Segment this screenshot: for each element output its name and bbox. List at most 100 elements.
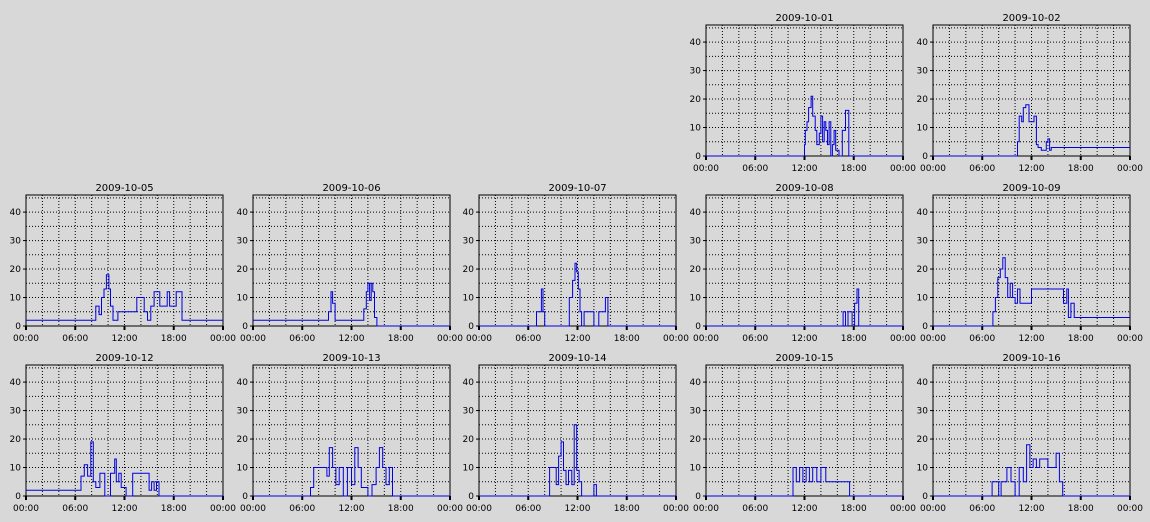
y-tick-label: 40 xyxy=(690,208,702,218)
panel-2009-10-16: 2009-10-16 0 10 20 30 40 00:00 06:00 12:00 18:00 0… xyxy=(907,348,1144,518)
x-tick-label: 12:00 xyxy=(1019,164,1045,174)
x-tick-label: 06:00 xyxy=(969,504,995,514)
line-chart: 2009-10-0601020304000:00 06:00 12:00 18:00 0… xyxy=(237,183,464,344)
y-tick-label: 30 xyxy=(917,67,929,77)
y-tick-label: 20 xyxy=(463,435,475,445)
y-tick-label: 30 xyxy=(463,237,475,247)
x-tick-label: 12:00 xyxy=(112,504,138,514)
y-tick-label: 0 xyxy=(242,492,248,502)
chart-title: 2009-10-16 xyxy=(1002,353,1060,364)
x-tick-label: 00:00 xyxy=(920,504,946,514)
panel-2009-10-01: 2009-10-01 0 10 20 30 40 00:00 06:00 12:00 18:00 0… xyxy=(680,8,917,178)
y-tick-label: 30 xyxy=(917,237,929,247)
y-tick-label: 0 xyxy=(922,322,928,332)
y-tick-label: 10 xyxy=(463,294,475,304)
y-tick-label: 10 xyxy=(237,464,249,474)
chart-title: 2009-10-07 xyxy=(548,183,606,194)
x-tick-label: 18:00 xyxy=(1068,164,1094,174)
line-chart: 2009-10-1401020304000:00 06:00 12:00 18:00 0… xyxy=(463,353,690,514)
y-tick-label: 20 xyxy=(10,435,22,445)
y-tick-label: 10 xyxy=(917,294,929,304)
x-tick-label: 12:00 xyxy=(792,334,818,344)
x-tick-label: 06:00 xyxy=(515,334,541,344)
x-tick-label: 06:00 xyxy=(742,334,768,344)
y-tick-label: 20 xyxy=(690,435,702,445)
chart-title: 2009-10-15 xyxy=(775,353,833,364)
line-chart: 2009-10-0701020304000:00 06:00 12:00 18:00 0… xyxy=(463,183,690,344)
y-tick-label: 20 xyxy=(690,265,702,275)
y-tick-label: 0 xyxy=(922,492,928,502)
y-tick-label: 0 xyxy=(242,322,248,332)
x-tick-label: 06:00 xyxy=(969,164,995,174)
y-tick-label: 20 xyxy=(463,265,475,275)
y-tick-label: 10 xyxy=(463,464,475,474)
x-tick-label: 00:00 xyxy=(240,504,266,514)
x-tick-label: 06:00 xyxy=(515,504,541,514)
x-tick-label: 12:00 xyxy=(792,164,818,174)
y-tick-label: 40 xyxy=(463,378,475,388)
y-tick-label: 30 xyxy=(690,67,702,77)
panel-2009-10-14: 2009-10-14 0 10 20 30 40 00:00 06:00 12:00 18:00 0… xyxy=(453,348,690,518)
y-tick-label: 20 xyxy=(10,265,22,275)
y-tick-label: 20 xyxy=(690,95,702,105)
chart-title: 2009-10-05 xyxy=(95,183,153,194)
x-tick-label: 06:00 xyxy=(62,504,88,514)
y-tick-label: 0 xyxy=(922,152,928,162)
panel-2009-10-08: 2009-10-08 0 10 20 30 40 00:00 06:00 12:00 18:00 0… xyxy=(680,178,917,348)
x-tick-label: 00:00 xyxy=(920,334,946,344)
y-tick-label: 10 xyxy=(690,124,702,134)
chart-title: 2009-10-09 xyxy=(1002,183,1060,194)
line-chart: 2009-10-16 0 10 20 30 40 00:00 06:00 12:00 18:00 0… xyxy=(917,353,1144,514)
y-tick-label: 0 xyxy=(468,322,474,332)
x-tick-label: 00:00 xyxy=(920,164,946,174)
y-tick-label: 10 xyxy=(10,294,22,304)
chart-title: 2009-10-12 xyxy=(95,353,153,364)
x-tick-label: 18:00 xyxy=(388,504,414,514)
chart-title: 2009-10-13 xyxy=(322,353,380,364)
y-tick-label: 10 xyxy=(237,294,249,304)
y-tick-label: 20 xyxy=(237,265,249,275)
y-tick-label: 40 xyxy=(917,38,929,48)
x-tick-label: 18:00 xyxy=(1068,504,1094,514)
x-tick-label: 18:00 xyxy=(161,504,187,514)
x-tick-label: 18:00 xyxy=(388,334,414,344)
y-tick-label: 40 xyxy=(690,38,702,48)
x-tick-label: 18:00 xyxy=(614,334,640,344)
panel-2009-10-06: 2009-10-06 0 10 20 30 40 00:00 06:00 12:00 18:00 0… xyxy=(227,178,464,348)
line-chart: 2009-10-1201020304000:00 06:00 12:00 18:00 0… xyxy=(10,353,237,514)
x-tick-label: 12:00 xyxy=(339,504,365,514)
chart-title: 2009-10-14 xyxy=(548,353,606,364)
y-tick-label: 40 xyxy=(10,378,22,388)
y-tick-label: 40 xyxy=(690,378,702,388)
y-tick-label: 30 xyxy=(690,407,702,417)
y-tick-label: 40 xyxy=(237,378,249,388)
y-tick-label: 40 xyxy=(917,378,929,388)
y-tick-label: 20 xyxy=(917,435,929,445)
x-tick-label: 12:00 xyxy=(565,334,591,344)
y-tick-label: 40 xyxy=(463,208,475,218)
y-tick-label: 40 xyxy=(917,208,929,218)
line-chart: 2009-10-1501020304000:00 06:00 12:00 18:00 0… xyxy=(690,353,917,514)
panel-2009-10-15: 2009-10-15 0 10 20 30 40 00:00 06:00 12:00 18:00 0… xyxy=(680,348,917,518)
y-tick-label: 0 xyxy=(15,322,21,332)
chart-title: 2009-10-01 xyxy=(775,13,833,24)
x-tick-label: 06:00 xyxy=(62,334,88,344)
x-tick-label: 12:00 xyxy=(565,504,591,514)
x-tick-label: 06:00 xyxy=(742,504,768,514)
x-tick-label: 06:00 xyxy=(742,164,768,174)
panel-2009-10-02: 2009-10-02 0 10 20 30 40 00:00 06:00 12:00 18:00 0… xyxy=(907,8,1144,178)
y-tick-label: 20 xyxy=(917,95,929,105)
line-chart: 2009-10-0501020304000:00 06:00 12:00 18:00 0… xyxy=(10,183,237,344)
panel-2009-10-13: 2009-10-13 0 10 20 30 40 00:00 06:00 12:00 18:00 0… xyxy=(227,348,464,518)
x-tick-label: 00:00 xyxy=(1117,334,1143,344)
x-tick-label: 00:00 xyxy=(693,334,719,344)
x-tick-label: 12:00 xyxy=(1019,334,1045,344)
panel-2009-10-05: 2009-10-05 0 10 20 30 40 00:00 06:00 12:00 18:00 0… xyxy=(0,178,237,348)
x-tick-label: 12:00 xyxy=(112,334,138,344)
line-chart: 2009-10-1301020304000:00 06:00 12:00 18:00 0… xyxy=(237,353,464,514)
line-chart: 2009-10-0101020304000:00 06:00 12:00 18:00 0… xyxy=(690,13,917,174)
x-tick-label: 12:00 xyxy=(339,334,365,344)
y-tick-label: 40 xyxy=(10,208,22,218)
y-tick-label: 0 xyxy=(15,492,21,502)
y-tick-label: 10 xyxy=(690,464,702,474)
